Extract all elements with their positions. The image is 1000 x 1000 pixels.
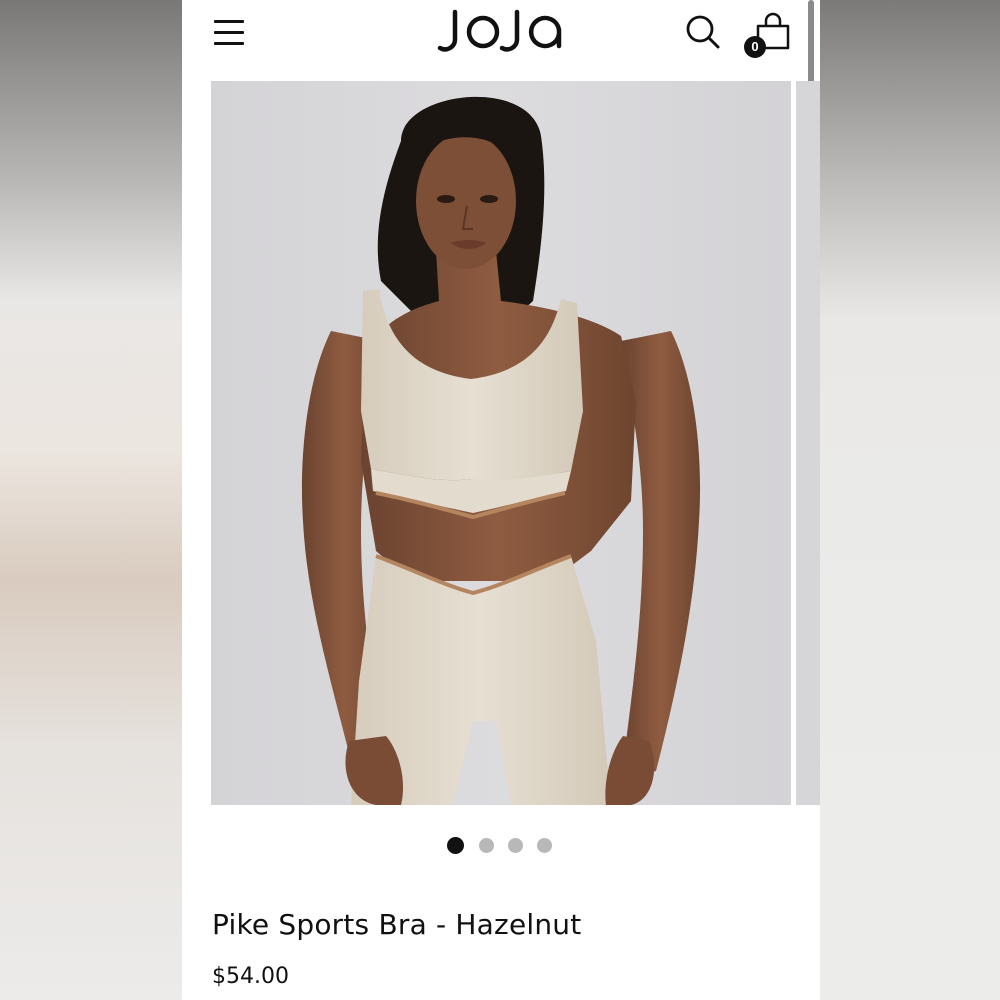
- product-price: $54.00: [212, 964, 289, 989]
- hamburger-menu-icon: [214, 20, 244, 23]
- gallery-dot-3[interactable]: [508, 838, 523, 853]
- cart-count-badge: 0: [744, 36, 766, 58]
- joja-logo-icon: [437, 9, 562, 52]
- site-header: 0: [182, 0, 820, 165]
- product-title: Pike Sports Bra - Hazelnut: [212, 908, 582, 941]
- brand-logo[interactable]: [437, 2, 567, 62]
- menu-button[interactable]: [212, 18, 246, 48]
- product-photo: [211, 81, 791, 805]
- gallery-pagination: [447, 837, 567, 854]
- product-page: 0 Pike Sports Bra - Hazelnut $54.00: [182, 0, 820, 1000]
- backdrop-right: [820, 0, 1000, 1000]
- search-button[interactable]: [685, 14, 721, 50]
- gallery-dot-1[interactable]: [447, 837, 464, 854]
- gallery-dot-2[interactable]: [479, 838, 494, 853]
- next-slide-preview[interactable]: [796, 81, 820, 805]
- search-icon: [686, 15, 720, 49]
- product-image-gallery[interactable]: [211, 81, 791, 805]
- backdrop-left: [0, 0, 182, 1000]
- cart-button[interactable]: 0: [744, 10, 794, 60]
- gallery-dot-4[interactable]: [537, 838, 552, 853]
